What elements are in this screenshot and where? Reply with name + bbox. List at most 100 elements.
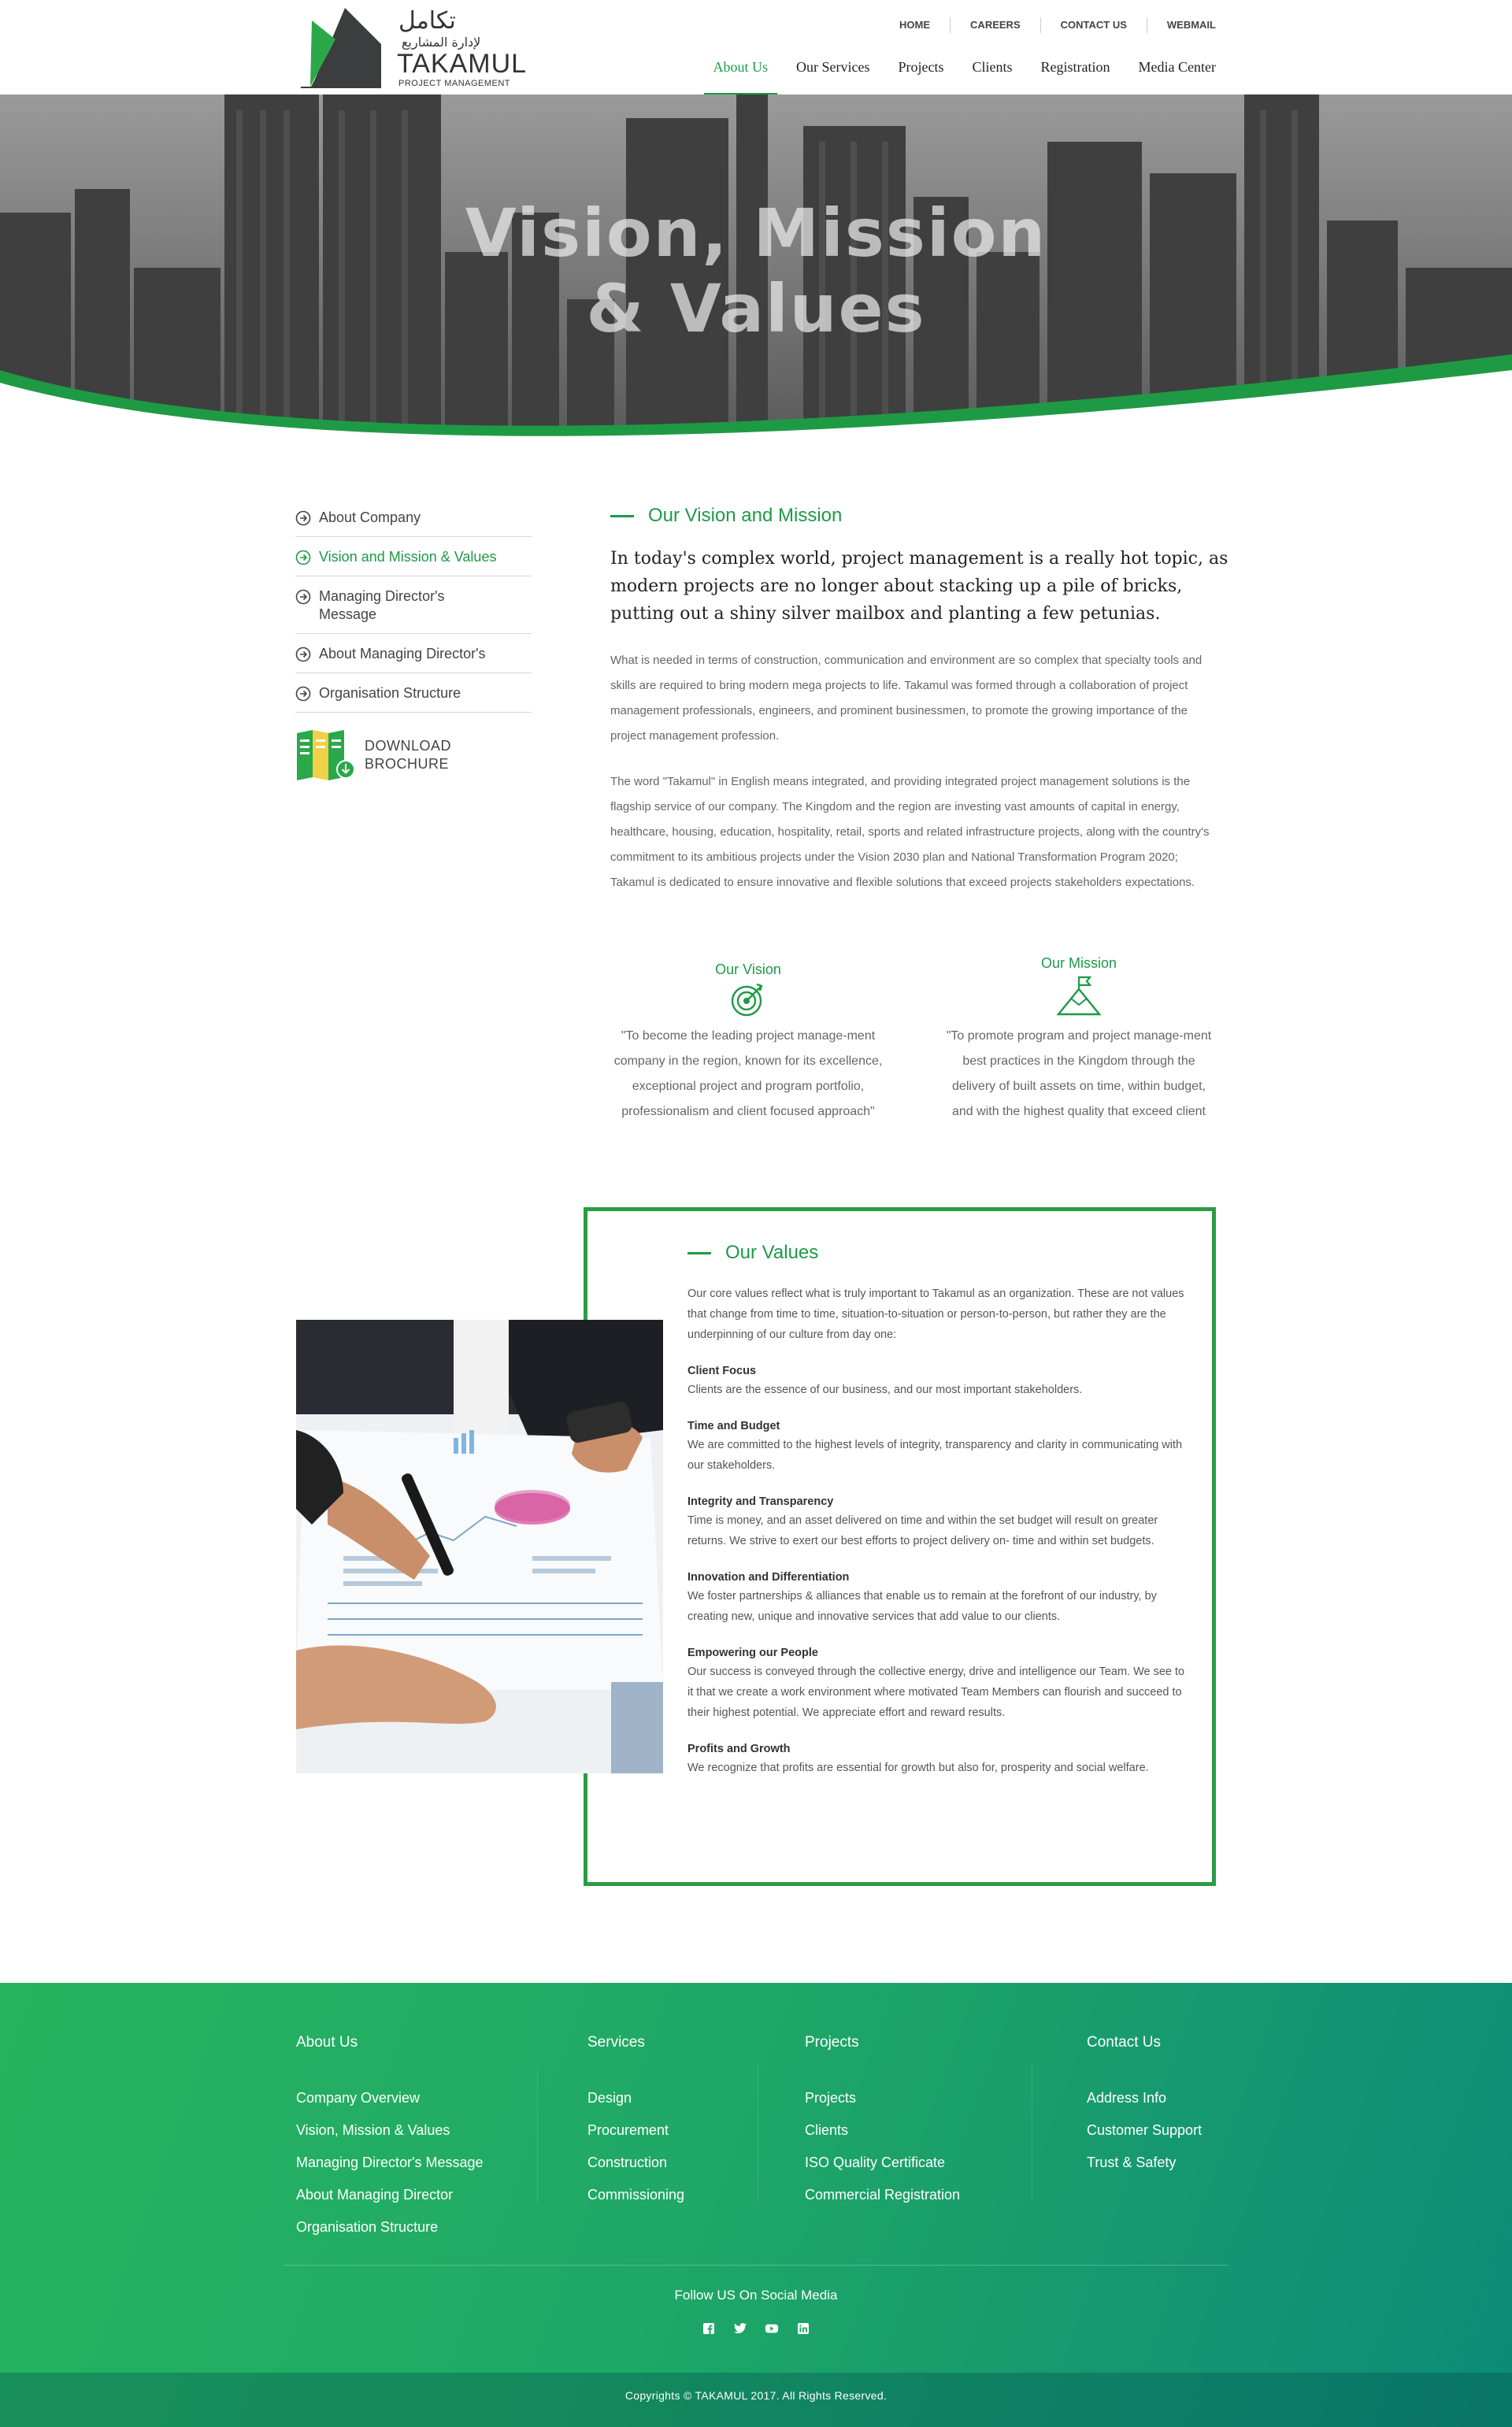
- value-heading: Empowering our People: [687, 1647, 818, 1659]
- footer-heading-services: Services: [587, 2034, 645, 2051]
- top-nav: HOME CAREERS CONTACT US WEBMAIL: [880, 17, 1216, 33]
- vision-column: Our Vision "To become the leading projec…: [602, 961, 894, 1125]
- business-meeting-image: [296, 1320, 663, 1773]
- target-icon: [731, 983, 763, 1017]
- nav-clients[interactable]: Clients: [944, 57, 1013, 77]
- arrow-circle-icon: [295, 647, 311, 662]
- hero-title-line-2: & Values: [586, 270, 926, 347]
- nav-registration[interactable]: Registration: [1013, 57, 1110, 77]
- nav-media-center[interactable]: Media Center: [1110, 57, 1216, 77]
- nav-our-services[interactable]: Our Services: [768, 57, 869, 77]
- footer-link-company-overview[interactable]: Company Overview: [296, 2082, 484, 2114]
- main-content: Our Vision and Mission In today's comple…: [610, 504, 1228, 895]
- logo-name: TAKAMUL: [397, 49, 528, 79]
- sidebar-item-vision-mission[interactable]: Vision and Mission & Values: [295, 537, 532, 576]
- facebook-icon[interactable]: [702, 2321, 716, 2336]
- brochure-label-line-1: DOWNLOAD: [365, 738, 452, 754]
- value-heading: Time and Budget: [687, 1420, 780, 1432]
- value-text: We are committed to the highest levels o…: [687, 1439, 1183, 1472]
- footer-link-clients[interactable]: Clients: [805, 2114, 960, 2147]
- value-item-time-budget: Time and Budget We are committed to the …: [687, 1417, 1199, 1476]
- mission-column: Our Mission "To promote program and proj…: [933, 954, 1225, 1125]
- value-item-profits: Profits and Growth We recognize that pro…: [687, 1740, 1199, 1778]
- site-footer: About Us Company Overview Vision, Missio…: [0, 1983, 1512, 2427]
- title-dash: [687, 1251, 711, 1254]
- linkedin-icon[interactable]: [796, 2321, 810, 2336]
- footer-link-org-structure[interactable]: Organisation Structure: [296, 2211, 484, 2244]
- twitter-icon[interactable]: [733, 2321, 747, 2336]
- logo-arabic-text: تكامل: [398, 7, 456, 35]
- nav-projects[interactable]: Projects: [870, 57, 944, 77]
- value-text: Our success is conveyed through the coll…: [687, 1666, 1185, 1719]
- site-header: تكامل لإدارة المشاريع TAKAMUL PROJECT MA…: [0, 0, 1512, 96]
- footer-link-construction[interactable]: Construction: [587, 2147, 684, 2179]
- footer-link-procurement[interactable]: Procurement: [587, 2114, 684, 2147]
- values-intro: Our core values reflect what is truly im…: [687, 1288, 1184, 1341]
- footer-link-md-message[interactable]: Managing Director's Message: [296, 2147, 484, 2179]
- footer-heading-contact: Contact Us: [1087, 2034, 1161, 2051]
- footer-col-projects: Projects Projects Clients ISO Quality Ce…: [805, 2033, 960, 2211]
- brochure-label-line-2: BROCHURE: [365, 756, 450, 772]
- business-photo: [296, 1320, 663, 1773]
- social-links: [0, 2321, 1512, 2336]
- logo[interactable]: تكامل لإدارة المشاريع TAKAMUL PROJECT MA…: [298, 5, 526, 90]
- logo-subtitle: PROJECT MANAGEMENT: [398, 79, 511, 88]
- sidebar-item-label: Organisation Structure: [319, 685, 461, 701]
- footer-link-iso-certificate[interactable]: ISO Quality Certificate: [805, 2147, 960, 2179]
- footer-col-services: Services Design Procurement Construction…: [587, 2033, 684, 2211]
- footer-link-commissioning[interactable]: Commissioning: [587, 2179, 684, 2211]
- arrow-circle-icon: [295, 589, 311, 605]
- footer-col-about: About Us Company Overview Vision, Missio…: [296, 2033, 484, 2244]
- value-text: Time is money, and an asset delivered on…: [687, 1514, 1158, 1547]
- footer-link-address-info[interactable]: Address Info: [1087, 2082, 1202, 2114]
- topnav-contact-us[interactable]: CONTACT US: [1041, 17, 1147, 33]
- sidebar-item-org-structure[interactable]: Organisation Structure: [295, 673, 532, 713]
- sidebar-item-about-company[interactable]: About Company: [295, 498, 532, 537]
- sidebar-item-md-message[interactable]: Managing Director's Message: [295, 576, 532, 634]
- mountain-flag-icon: [1056, 976, 1102, 1016]
- footer-link-about-md[interactable]: About Managing Director: [296, 2179, 484, 2211]
- hero-title: Vision, Mission & Values: [0, 195, 1512, 346]
- footer-link-projects[interactable]: Projects: [805, 2082, 960, 2114]
- lead-paragraph: In today's complex world, project manage…: [610, 549, 1228, 624]
- mission-text: "To promote program and project manage-m…: [946, 1029, 1212, 1118]
- arrow-circle-icon: [295, 550, 311, 565]
- arrow-circle-icon: [295, 510, 311, 526]
- footer-link-trust-safety[interactable]: Trust & Safety: [1087, 2147, 1202, 2179]
- value-text: We recognize that profits are essential …: [687, 1762, 1149, 1774]
- value-item-integrity: Integrity and Transparency Time is money…: [687, 1493, 1199, 1551]
- footer-link-commercial-registration[interactable]: Commercial Registration: [805, 2179, 960, 2211]
- footer-link-vision-mission[interactable]: Vision, Mission & Values: [296, 2114, 484, 2147]
- section-title-text: Our Values: [725, 1242, 819, 1263]
- logo-mark-icon: [298, 5, 384, 90]
- youtube-icon[interactable]: [765, 2321, 779, 2336]
- footer-col-contact: Contact Us Address Info Customer Support…: [1087, 2033, 1202, 2179]
- brochure-label: DOWNLOAD BROCHURE: [365, 737, 451, 773]
- sidebar-item-label: About Managing Director's: [319, 646, 486, 661]
- nav-about-us[interactable]: About Us: [685, 57, 777, 96]
- vision-mission-columns: Our Vision "To become the leading projec…: [602, 955, 1232, 1165]
- copyright-text: Copyrights © TAKAMUL 2017. All Rights Re…: [624, 2389, 888, 2402]
- sidebar-item-about-md[interactable]: About Managing Director's: [295, 634, 532, 673]
- footer-separator: [284, 2265, 1228, 2266]
- value-item-client-focus: Client Focus Clients are the essence of …: [687, 1362, 1199, 1400]
- section-title-vision-mission: Our Vision and Mission: [610, 504, 1221, 528]
- download-brochure-button[interactable]: DOWNLOAD BROCHURE: [295, 728, 532, 782]
- body-paragraph-1: What is needed in terms of construction,…: [610, 654, 1203, 743]
- sidebar: About Company Vision and Mission & Value…: [295, 498, 532, 782]
- mission-title: Our Mission: [1040, 955, 1117, 971]
- follow-social-label: Follow US On Social Media: [674, 2288, 838, 2303]
- value-heading: Profits and Growth: [687, 1743, 791, 1755]
- value-text: Clients are the essence of our business,…: [687, 1384, 1083, 1396]
- footer-link-customer-support[interactable]: Customer Support: [1087, 2114, 1202, 2147]
- section-title-values: Our Values: [687, 1241, 1199, 1265]
- topnav-careers[interactable]: CAREERS: [951, 17, 1041, 33]
- vision-text: "To become the leading project manage-me…: [613, 1029, 883, 1118]
- section-title-text: Our Vision and Mission: [648, 505, 843, 526]
- topnav-webmail[interactable]: WEBMAIL: [1147, 17, 1216, 33]
- value-heading: Integrity and Transparency: [687, 1495, 834, 1508]
- footer-heading-projects: Projects: [805, 2034, 859, 2051]
- values-content: Our Values Our core values reflect what …: [687, 1241, 1199, 1778]
- topnav-home[interactable]: HOME: [880, 17, 951, 33]
- footer-link-design[interactable]: Design: [587, 2082, 684, 2114]
